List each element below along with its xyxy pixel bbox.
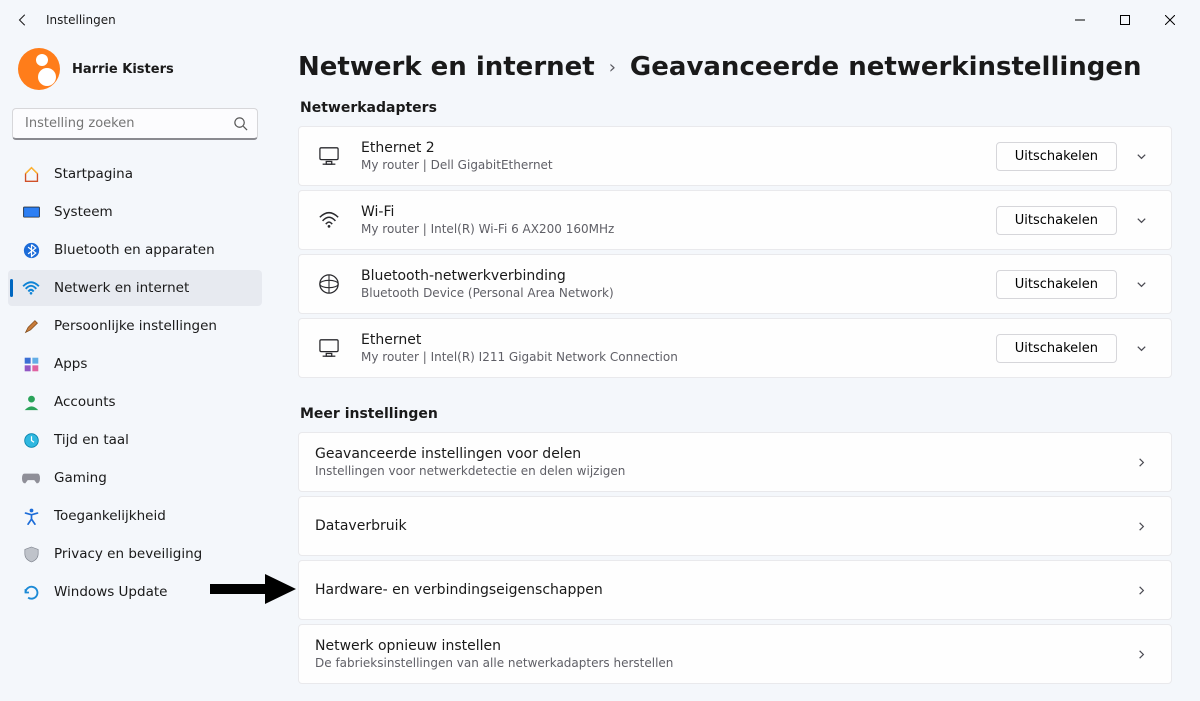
network-icon	[22, 279, 40, 297]
system-icon	[22, 203, 40, 221]
shield-icon	[22, 545, 40, 563]
sidebar-item-bluetooth[interactable]: Bluetooth en apparaten	[8, 232, 262, 268]
sidebar-item-label: Windows Update	[54, 584, 167, 600]
sidebar-item-label: Bluetooth en apparaten	[54, 242, 215, 258]
more-setting-hardware[interactable]: Hardware- en verbindingseigenschappen	[298, 560, 1172, 620]
breadcrumb: Netwerk en internet › Geavanceerde netwe…	[298, 52, 1172, 82]
expand-button[interactable]	[1127, 142, 1155, 170]
bt-pan-icon	[315, 270, 343, 298]
adapter-title: Wi-Fi	[361, 204, 996, 220]
user-name: Harrie Kisters	[72, 62, 174, 77]
home-icon	[22, 165, 40, 183]
chevron-right-icon	[1127, 576, 1155, 604]
wifi-icon	[315, 206, 343, 234]
brush-icon	[22, 317, 40, 335]
apps-icon	[22, 355, 40, 373]
sidebar-item-label: Gaming	[54, 470, 107, 486]
adapter-card[interactable]: Ethernet 2 My router | Dell GigabitEther…	[298, 126, 1172, 186]
disable-button[interactable]: Uitschakelen	[996, 142, 1117, 171]
expand-button[interactable]	[1127, 206, 1155, 234]
more-setting-datausage[interactable]: Dataverbruik	[298, 496, 1172, 556]
sidebar-item-update[interactable]: Windows Update	[8, 574, 262, 610]
chevron-right-icon	[1127, 448, 1155, 476]
sidebar-item-label: Systeem	[54, 204, 113, 220]
disable-button[interactable]: Uitschakelen	[996, 270, 1117, 299]
sidebar-nav: Startpagina Systeem Bluetooth en apparat…	[8, 156, 262, 610]
sidebar-item-home[interactable]: Startpagina	[8, 156, 262, 192]
minimize-button[interactable]	[1057, 5, 1102, 35]
more-setting-sharing[interactable]: Geavanceerde instellingen voor delen Ins…	[298, 432, 1172, 492]
adapter-card[interactable]: Wi-Fi My router | Intel(R) Wi-Fi 6 AX200…	[298, 190, 1172, 250]
sidebar-item-label: Tijd en taal	[54, 432, 129, 448]
adapter-card[interactable]: Bluetooth-netwerkverbinding Bluetooth De…	[298, 254, 1172, 314]
sidebar-item-label: Accounts	[54, 394, 116, 410]
gaming-icon	[22, 469, 40, 487]
sidebar-item-label: Toegankelijkheid	[54, 508, 166, 524]
adapter-sub: Bluetooth Device (Personal Area Network)	[361, 286, 996, 300]
ethernet-icon	[315, 334, 343, 362]
adapter-sub: My router | Intel(R) I211 Gigabit Networ…	[361, 350, 996, 364]
sidebar-item-network[interactable]: Netwerk en internet	[8, 270, 262, 306]
expand-button[interactable]	[1127, 334, 1155, 362]
sidebar-item-label: Privacy en beveiliging	[54, 546, 202, 562]
more-setting-sub: Instellingen voor netwerkdetectie en del…	[315, 464, 1127, 478]
user-profile[interactable]: Harrie Kisters	[8, 40, 262, 108]
update-icon	[22, 583, 40, 601]
adapter-title: Ethernet	[361, 332, 996, 348]
back-button[interactable]	[8, 5, 38, 35]
more-setting-title: Geavanceerde instellingen voor delen	[315, 446, 1127, 462]
maximize-button[interactable]	[1102, 5, 1147, 35]
section-more-title: Meer instellingen	[300, 406, 1172, 422]
section-adapters-title: Netwerkadapters	[300, 100, 1172, 116]
sidebar-item-label: Persoonlijke instellingen	[54, 318, 217, 334]
breadcrumb-parent[interactable]: Netwerk en internet	[298, 52, 595, 82]
sidebar-item-accessibility[interactable]: Toegankelijkheid	[8, 498, 262, 534]
expand-button[interactable]	[1127, 270, 1155, 298]
more-setting-reset[interactable]: Netwerk opnieuw instellen De fabrieksins…	[298, 624, 1172, 684]
sidebar-item-label: Startpagina	[54, 166, 133, 182]
sidebar-item-gaming[interactable]: Gaming	[8, 460, 262, 496]
accessibility-icon	[22, 507, 40, 525]
adapter-sub: My router | Dell GigabitEthernet	[361, 158, 996, 172]
close-button[interactable]	[1147, 5, 1192, 35]
ethernet-icon	[315, 142, 343, 170]
sidebar-item-privacy[interactable]: Privacy en beveiliging	[8, 536, 262, 572]
window-title: Instellingen	[46, 13, 116, 27]
sidebar-item-personalization[interactable]: Persoonlijke instellingen	[8, 308, 262, 344]
sidebar-item-label: Netwerk en internet	[54, 280, 189, 296]
more-setting-title: Netwerk opnieuw instellen	[315, 638, 1127, 654]
sidebar-item-time[interactable]: Tijd en taal	[8, 422, 262, 458]
adapter-title: Ethernet 2	[361, 140, 996, 156]
more-setting-title: Dataverbruik	[315, 518, 1127, 534]
clock-icon	[22, 431, 40, 449]
search-input[interactable]	[12, 108, 258, 140]
adapter-title: Bluetooth-netwerkverbinding	[361, 268, 996, 284]
adapter-sub: My router | Intel(R) Wi-Fi 6 AX200 160MH…	[361, 222, 996, 236]
sidebar-item-apps[interactable]: Apps	[8, 346, 262, 382]
bluetooth-icon	[22, 241, 40, 259]
avatar	[18, 48, 60, 90]
person-icon	[22, 393, 40, 411]
adapter-card[interactable]: Ethernet My router | Intel(R) I211 Gigab…	[298, 318, 1172, 378]
disable-button[interactable]: Uitschakelen	[996, 334, 1117, 363]
adapters-list: Ethernet 2 My router | Dell GigabitEther…	[298, 126, 1172, 378]
sidebar-item-label: Apps	[54, 356, 87, 372]
page-title: Geavanceerde netwerkinstellingen	[630, 52, 1142, 82]
chevron-right-icon	[1127, 640, 1155, 668]
sidebar-item-accounts[interactable]: Accounts	[8, 384, 262, 420]
disable-button[interactable]: Uitschakelen	[996, 206, 1117, 235]
chevron-right-icon	[1127, 512, 1155, 540]
more-setting-title: Hardware- en verbindingseigenschappen	[315, 582, 1127, 598]
sidebar-item-system[interactable]: Systeem	[8, 194, 262, 230]
chevron-right-icon: ›	[609, 57, 616, 78]
more-settings-list: Geavanceerde instellingen voor delen Ins…	[298, 432, 1172, 684]
more-setting-sub: De fabrieksinstellingen van alle netwerk…	[315, 656, 1127, 670]
